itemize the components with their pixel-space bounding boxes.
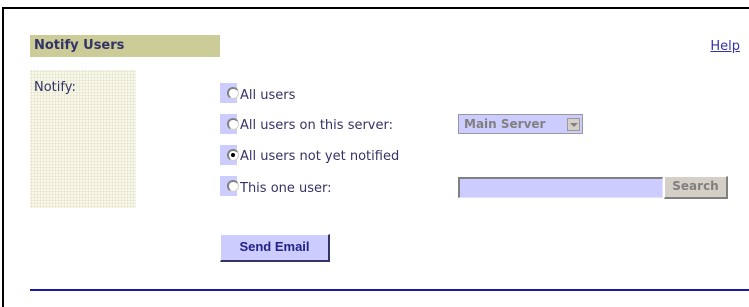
option-label-all-users-server: All users on this server: (240, 118, 393, 133)
help-link[interactable]: Help (710, 39, 740, 54)
user-search-input[interactable] (458, 177, 663, 198)
notify-label: Notify: (34, 80, 76, 95)
option-label-not-yet-notified: All users not yet notified (240, 149, 400, 164)
radio-not-yet-notified[interactable] (227, 149, 239, 161)
chevron-down-icon[interactable] (567, 118, 580, 131)
page-title: Notify Users (34, 38, 125, 53)
send-email-button[interactable]: Send Email (220, 234, 330, 262)
radio-all-users[interactable] (227, 87, 239, 99)
bottom-divider (30, 289, 749, 291)
search-button[interactable]: Search (664, 176, 728, 199)
radio-all-users-server[interactable] (227, 118, 239, 130)
radio-one-user[interactable] (227, 180, 239, 192)
option-label-all-users: All users (240, 88, 296, 103)
server-select[interactable]: Main Server (458, 114, 583, 134)
option-label-one-user: This one user: (240, 181, 332, 196)
server-select-value: Main Server (464, 117, 546, 131)
